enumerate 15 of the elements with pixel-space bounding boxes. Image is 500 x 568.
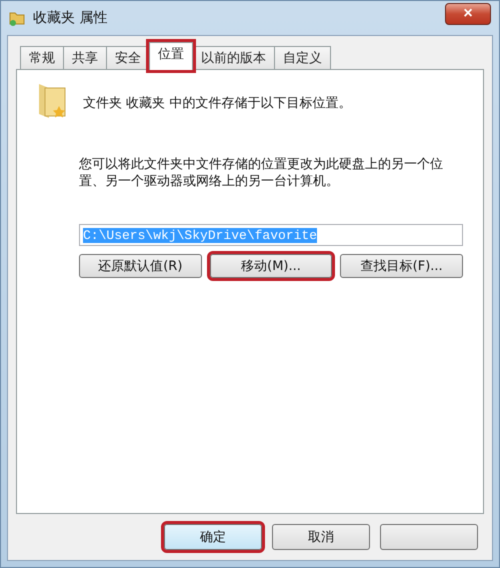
- tab[interactable]: 位置: [149, 42, 193, 70]
- dialog-button[interactable]: [380, 524, 478, 550]
- tab[interactable]: 自定义: [274, 46, 331, 70]
- window-title: 收藏夹 属性: [33, 9, 108, 27]
- tab[interactable]: 共享: [63, 46, 107, 70]
- description-text: 您可以将此文件夹中文件存储的位置更改为此硬盘上的另一个位置、另一个驱动器或网络上的另一台计算机。: [79, 156, 444, 190]
- location-button[interactable]: 查找目标(F)...: [340, 254, 464, 278]
- tab[interactable]: 常规: [20, 46, 64, 70]
- folder-icon: [9, 10, 25, 26]
- location-button[interactable]: 还原默认值(R): [79, 254, 202, 278]
- location-button[interactable]: 移动(M)...: [210, 254, 332, 278]
- close-button[interactable]: ×: [445, 3, 491, 25]
- info-text: 文件夹 收藏夹 中的文件存储于以下目标位置。: [83, 95, 352, 112]
- dialog-button[interactable]: 取消: [272, 524, 370, 550]
- dialog-button[interactable]: 确定: [164, 524, 262, 550]
